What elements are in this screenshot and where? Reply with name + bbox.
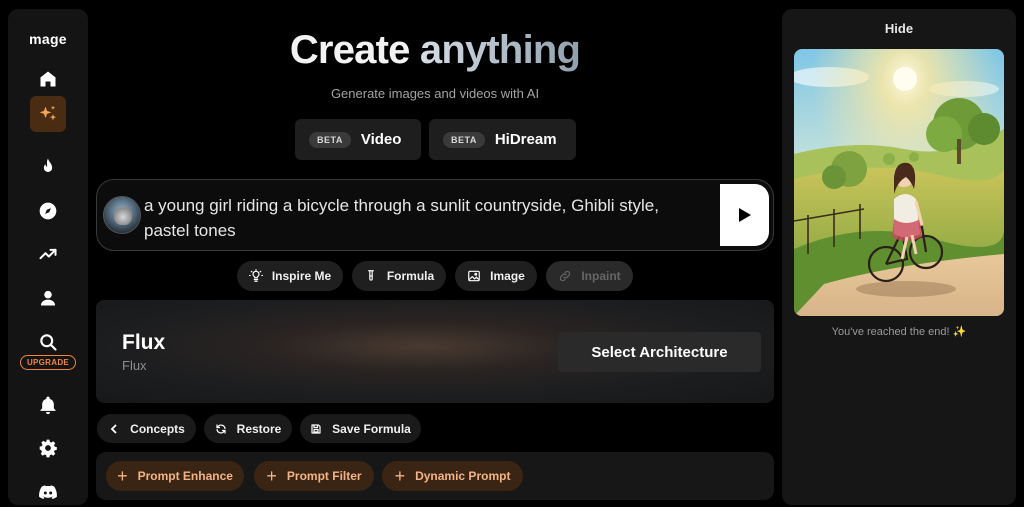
test-tube-icon [367, 270, 374, 281]
addon-label: Prompt Enhance [137, 469, 233, 483]
prompt-enhance-button[interactable]: + Prompt Enhance [106, 461, 244, 491]
refresh-icon [216, 423, 226, 434]
home-icon[interactable] [30, 61, 66, 97]
plus-icon: + [266, 466, 277, 486]
prompt-filter-button[interactable]: + Prompt Filter [254, 461, 374, 491]
gear-icon[interactable] [30, 430, 66, 466]
inpaint-button[interactable]: Inpaint [546, 261, 633, 291]
save-icon [311, 423, 321, 434]
image-button[interactable]: Image [455, 261, 537, 291]
tool-label: Save Formula [332, 421, 411, 436]
chip-label: Formula [386, 269, 435, 283]
hide-panel-button[interactable]: Hide [782, 21, 1016, 36]
page-title: Create anything [96, 28, 774, 73]
lightbulb-icon [248, 269, 263, 282]
discord-icon[interactable] [30, 474, 66, 507]
chip-label: Inspire Me [271, 269, 332, 283]
prompt-input[interactable]: a young girl riding a bicycle through a … [144, 193, 704, 243]
end-text-label: You've reached the end! [831, 326, 950, 338]
mode-label: HiDream [494, 131, 557, 148]
avatar[interactable] [103, 196, 141, 234]
app-logo[interactable]: mage [8, 31, 88, 47]
video-mode-button[interactable]: BETA Video [295, 119, 421, 160]
image-icon [468, 270, 480, 282]
select-architecture-button[interactable]: Select Architecture [558, 332, 761, 372]
addon-label: Dynamic Prompt [415, 469, 511, 483]
upgrade-badge[interactable]: UPGRADE [20, 355, 76, 370]
inspire-me-button[interactable]: Inspire Me [237, 261, 343, 291]
sparkle-icon: ✨ [952, 326, 967, 338]
tool-label: Restore [236, 421, 282, 436]
tool-label: Concepts [130, 421, 185, 436]
addon-bar: + Prompt Enhance + Prompt Filter + Dynam… [96, 452, 774, 500]
chip-label: Inpaint [581, 269, 621, 283]
flame-icon[interactable] [30, 149, 66, 185]
addon-label: Prompt Filter [286, 469, 362, 483]
title-word-anything: anything [419, 28, 581, 72]
beta-badge: BETA [309, 131, 351, 148]
chevron-left-icon [110, 424, 117, 433]
mode-label: Video [360, 131, 402, 148]
compass-icon[interactable] [30, 193, 66, 229]
hidream-mode-button[interactable]: BETA HiDream [429, 119, 576, 160]
plus-icon: + [117, 466, 128, 486]
sidebar: mage UPGRADE [8, 9, 88, 505]
chip-label: Image [490, 269, 525, 283]
dynamic-prompt-button[interactable]: + Dynamic Prompt [382, 461, 523, 491]
generated-image[interactable] [794, 49, 1004, 316]
trending-icon[interactable] [30, 236, 66, 272]
bell-icon[interactable] [30, 387, 66, 423]
page-subtitle: Generate images and videos with AI [330, 86, 540, 101]
sparkles-icon[interactable] [30, 96, 66, 132]
concepts-button[interactable]: Concepts [97, 414, 196, 443]
plus-icon: + [394, 466, 406, 486]
beta-badge: BETA [443, 131, 485, 148]
architecture-card: Flux Flux Select Architecture [96, 300, 774, 403]
generate-button[interactable] [720, 184, 769, 246]
link-icon [560, 270, 571, 282]
history-panel: Hide You've reached the end! ✨ [782, 9, 1016, 505]
architecture-subtitle: Flux [122, 358, 147, 373]
restore-button[interactable]: Restore [204, 414, 292, 443]
prompt-box: a young girl riding a bicycle through a … [96, 179, 774, 251]
play-icon [738, 208, 751, 222]
save-formula-button[interactable]: Save Formula [300, 414, 421, 443]
formula-button[interactable]: Formula [352, 261, 446, 291]
user-icon[interactable] [30, 280, 66, 316]
architecture-name: Flux [122, 331, 166, 354]
end-of-feed-text: You've reached the end! ✨ [782, 325, 1016, 338]
title-word-create: Create [289, 28, 411, 72]
